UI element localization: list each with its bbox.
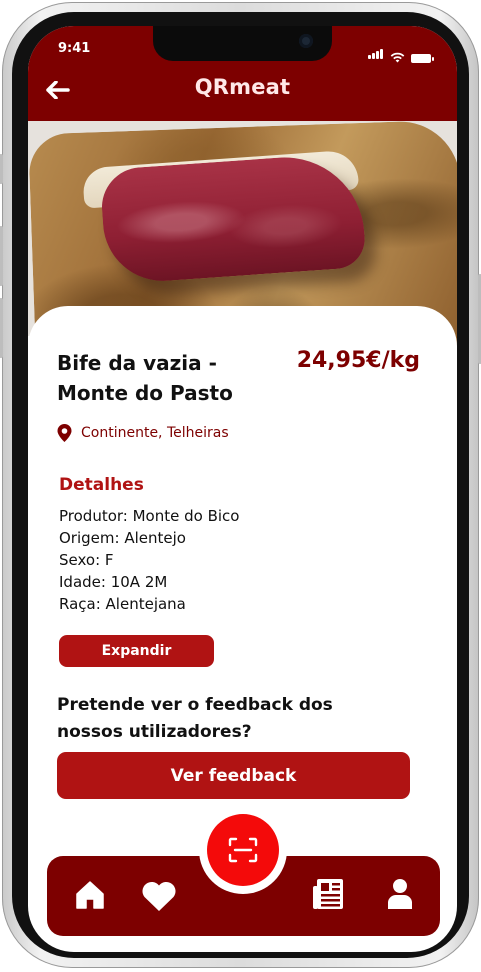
signal-icon	[368, 44, 384, 63]
battery-icon	[411, 54, 434, 63]
detail-sex: Sexo: F	[59, 551, 114, 569]
volume-down-button	[0, 298, 3, 358]
scan-button[interactable]	[207, 814, 279, 886]
detail-origin: Origem: Alentejo	[59, 529, 186, 547]
status-time: 9:41	[58, 41, 91, 56]
details-list: Produtor: Monte do Bico Origem: Alentejo…	[59, 505, 239, 615]
steak-image	[99, 152, 367, 285]
product-price: 24,95€/kg	[296, 348, 420, 373]
scan-icon	[228, 837, 258, 863]
front-camera	[299, 34, 313, 48]
product-name: Bife da vazia - Monte do Pasto	[57, 351, 233, 405]
volume-up-button	[0, 226, 3, 286]
product-photo	[28, 119, 457, 365]
store-location[interactable]: Continente, Telheiras	[57, 424, 229, 442]
user-icon[interactable]	[387, 878, 413, 910]
home-icon[interactable]	[75, 880, 105, 910]
location-text: Continente, Telheiras	[81, 425, 229, 441]
status-icons	[368, 44, 434, 63]
news-icon[interactable]	[313, 878, 347, 910]
wifi-icon	[390, 52, 405, 63]
location-pin-icon	[57, 424, 72, 442]
expand-button[interactable]: Expandir	[59, 635, 214, 667]
notch	[153, 26, 332, 61]
details-heading: Detalhes	[59, 475, 144, 495]
detail-breed: Raça: Alentejana	[59, 595, 186, 613]
feedback-question: Pretende ver o feedback dos nossos utili…	[57, 695, 333, 742]
phone-frame: 9:41 QRmeat Bife da vazia - Monte do Pas…	[0, 2, 481, 968]
page-title: QRmeat	[194, 75, 291, 99]
view-feedback-button[interactable]: Ver feedback	[57, 752, 410, 799]
mute-switch	[0, 154, 3, 184]
heart-icon[interactable]	[141, 880, 177, 912]
detail-age: Idade: 10A 2M	[59, 573, 168, 591]
detail-producer: Produtor: Monte do Bico	[59, 507, 240, 525]
app-screen: 9:41 QRmeat Bife da vazia - Monte do Pas…	[28, 26, 457, 952]
